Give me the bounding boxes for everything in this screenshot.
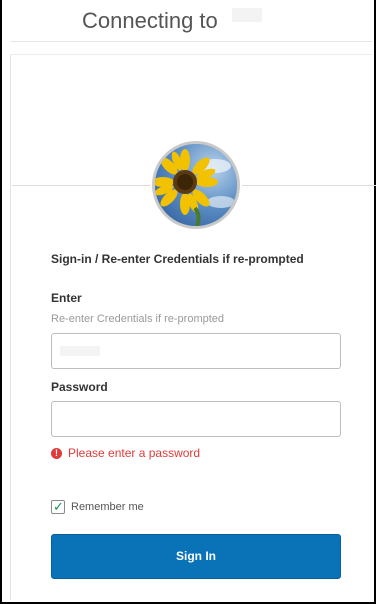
remember-label: Remember me (71, 501, 144, 513)
title-bar: Connecting to (10, 0, 372, 42)
left-border-line (10, 55, 11, 600)
remember-checkbox[interactable]: ✓ (51, 500, 65, 514)
username-hint: Re-enter Credentials if re-prompted (51, 313, 225, 325)
login-dialog: Connecting to Sign-in / Re-enter Credent… (0, 0, 376, 604)
sunflower-avatar-image (155, 144, 237, 226)
window-title: Connecting to (82, 8, 218, 33)
page-heading: Sign-in / Re-enter Credentials if re-pro… (51, 252, 304, 266)
password-field[interactable] (51, 401, 341, 437)
remember-me[interactable]: ✓ Remember me (51, 500, 144, 514)
username-label: Enter (51, 291, 82, 305)
check-icon: ✓ (53, 499, 64, 514)
title-divider (10, 43, 372, 55)
user-avatar (152, 141, 240, 229)
exclamation-circle-icon: ! (51, 447, 62, 459)
error-message: Please enter a password (68, 446, 201, 460)
password-label: Password (51, 380, 108, 394)
password-error: ! Please enter a password (51, 446, 200, 460)
username-redaction (60, 346, 100, 356)
title-redaction (232, 8, 262, 22)
avatar-divider-left (12, 185, 150, 186)
sign-in-button[interactable]: Sign In (51, 534, 341, 579)
avatar-divider-right (242, 185, 376, 186)
